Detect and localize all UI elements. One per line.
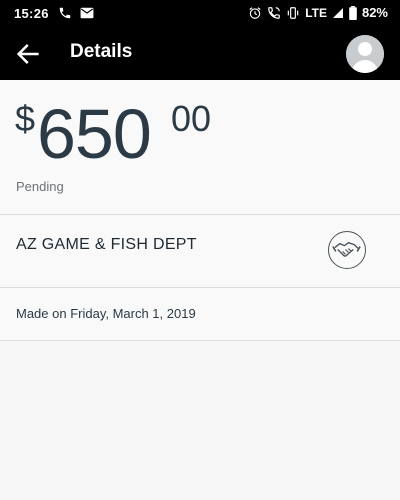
date-row: Made on Friday, March 1, 2019 [0,288,400,340]
merchant-row[interactable]: AZ GAME & FISH DEPT [0,215,400,287]
amount-section: $ 650 00 Pending [0,80,400,214]
phone-icon [59,7,71,19]
network-type: LTE [305,5,327,20]
merchant-name: AZ GAME & FISH DEPT [16,236,197,253]
battery-percent: 82% [361,5,388,20]
currency-symbol: $ [15,98,36,139]
handshake-icon [332,242,361,257]
wifi-calling-icon [268,6,281,19]
vibrate-icon [287,6,299,19]
back-button[interactable] [14,40,42,68]
status-right-icons: LTE 82% [248,5,388,20]
status-bar: 15:26 LTE 82% [0,0,400,28]
status-left-icons [58,6,94,20]
transaction-date: Made on Friday, March 1, 2019 [16,306,196,321]
arrow-left-icon [16,44,39,64]
merchant-category-badge [328,231,366,269]
signal-icon [332,7,343,18]
transaction-status: Pending [16,179,64,194]
alarm-icon [249,6,261,19]
empty-content-area [0,341,400,500]
status-time: 15:26 [14,6,49,21]
avatar-icon [346,35,384,73]
avatar-button[interactable] [346,35,384,73]
page-title: Details [70,41,133,62]
app-bar: Details [0,28,400,80]
mail-icon [80,7,94,19]
amount-cents: 00 [171,98,212,139]
battery-icon [349,5,357,20]
amount-whole: 650 [37,95,152,173]
